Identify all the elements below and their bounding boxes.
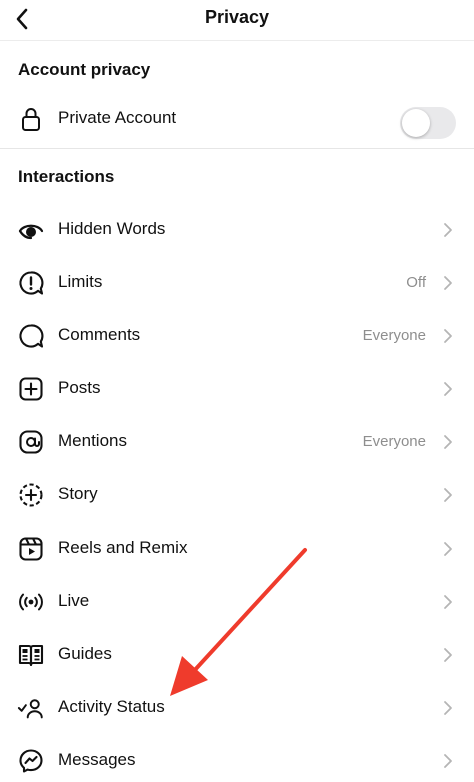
live-broadcast-icon bbox=[17, 588, 45, 616]
chevron-right-icon bbox=[444, 382, 452, 396]
lock-icon bbox=[17, 105, 45, 133]
setting-label: Guides bbox=[58, 644, 112, 663]
chevron-right-icon bbox=[444, 542, 452, 556]
setting-value: Everyone bbox=[362, 327, 426, 344]
section-divider bbox=[0, 148, 474, 149]
setting-value: Everyone bbox=[362, 433, 426, 450]
setting-row-posts[interactable]: Posts bbox=[0, 366, 474, 410]
setting-label: Limits bbox=[58, 272, 103, 291]
setting-value: Off bbox=[406, 274, 426, 291]
setting-label: Live bbox=[58, 591, 90, 610]
setting-row-story[interactable]: Story bbox=[0, 472, 474, 516]
setting-row-reels-and-remix[interactable]: Reels and Remix bbox=[0, 526, 474, 570]
chevron-right-icon bbox=[444, 701, 452, 715]
chevron-right-icon bbox=[444, 595, 452, 609]
eye-off-icon bbox=[17, 216, 45, 244]
private-account-label: Private Account bbox=[58, 108, 177, 127]
chevron-right-icon bbox=[444, 276, 452, 290]
setting-row-limits[interactable]: Limits Off bbox=[0, 260, 474, 304]
chevron-right-icon bbox=[444, 648, 452, 662]
chevron-right-icon bbox=[444, 435, 452, 449]
comment-bubble-icon bbox=[17, 322, 45, 350]
story-plus-icon bbox=[17, 481, 45, 509]
setting-label: Activity Status bbox=[58, 697, 165, 716]
setting-row-guides[interactable]: Guides bbox=[0, 632, 474, 676]
reels-icon bbox=[17, 535, 45, 563]
setting-row-mentions[interactable]: Mentions Everyone bbox=[0, 419, 474, 463]
setting-row-live[interactable]: Live bbox=[0, 579, 474, 623]
setting-row-comments[interactable]: Comments Everyone bbox=[0, 313, 474, 357]
chevron-right-icon bbox=[444, 754, 452, 768]
setting-label: Story bbox=[58, 484, 98, 503]
setting-label: Hidden Words bbox=[58, 219, 166, 238]
setting-label: Reels and Remix bbox=[58, 538, 188, 557]
activity-status-icon bbox=[17, 694, 45, 722]
chevron-right-icon bbox=[444, 329, 452, 343]
section-title-account-privacy: Account privacy bbox=[18, 60, 151, 79]
page-title: Privacy bbox=[204, 7, 270, 27]
setting-row-messages[interactable]: Messages bbox=[0, 738, 474, 782]
setting-label: Posts bbox=[58, 378, 101, 397]
chevron-right-icon bbox=[444, 223, 452, 237]
setting-row-activity-status[interactable]: Activity Status bbox=[0, 685, 474, 729]
private-account-toggle[interactable] bbox=[400, 107, 456, 139]
plus-square-icon bbox=[17, 375, 45, 403]
guide-book-icon bbox=[17, 641, 45, 669]
alert-bubble-icon bbox=[17, 269, 45, 297]
setting-label: Messages bbox=[58, 750, 136, 769]
toggle-knob bbox=[402, 109, 430, 137]
navigation-header: Privacy bbox=[0, 0, 474, 41]
setting-label: Comments bbox=[58, 325, 141, 344]
chevron-right-icon bbox=[444, 488, 452, 502]
section-title-interactions: Interactions bbox=[18, 167, 115, 186]
setting-label: Mentions bbox=[58, 431, 127, 450]
at-sign-icon bbox=[17, 428, 45, 456]
setting-row-hidden-words[interactable]: Hidden Words bbox=[0, 207, 474, 251]
messenger-icon bbox=[17, 747, 45, 775]
